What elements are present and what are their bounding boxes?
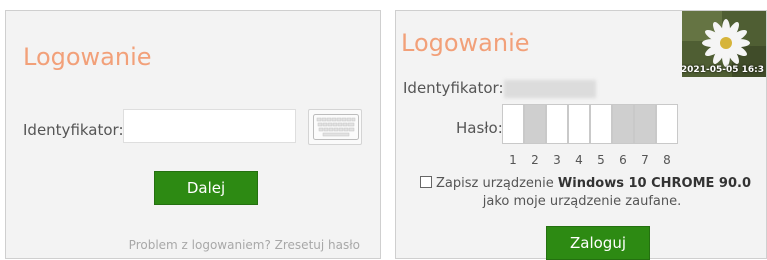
password-char-disabled-6 — [612, 104, 634, 144]
password-char-input-8[interactable] — [656, 104, 678, 144]
password-char-input-4[interactable] — [568, 104, 590, 144]
password-char-disabled-7 — [634, 104, 656, 144]
login-panel-step2: Logowanie 2021-05-05 16:3 Identyfikator:… — [395, 10, 767, 260]
pin-position-number: 8 — [663, 153, 671, 167]
trusted-device-text: jako moje urządzenie zaufane. — [482, 194, 682, 209]
reset-password-link[interactable]: Problem z logowaniem? Zresetuj hasło — [129, 238, 360, 252]
photo-timestamp: 2021-05-05 16:3 — [682, 65, 764, 75]
security-photo: 2021-05-05 16:3 — [682, 11, 766, 77]
password-char-input-1[interactable] — [502, 104, 524, 144]
pin-position-number: 3 — [553, 153, 561, 167]
remember-device-text: Zapisz urządzenie — [436, 176, 554, 191]
login-button[interactable]: Zaloguj — [546, 226, 650, 260]
keyboard-icon — [313, 114, 359, 140]
masked-password-field — [502, 104, 686, 144]
login-panel-step1: Logowanie Identyfikator: Dalej Problem z… — [5, 10, 381, 259]
device-name: Windows 10 CHROME 90.0 — [557, 176, 751, 191]
masked-identifier — [504, 80, 596, 98]
pin-position-number: 2 — [531, 153, 539, 167]
pin-position-number: 6 — [619, 153, 627, 167]
password-char-disabled-2 — [524, 104, 546, 144]
identifier-label: Identyfikator: — [23, 121, 124, 139]
next-button[interactable]: Dalej — [154, 171, 258, 205]
password-label: Hasło: — [456, 119, 503, 137]
remember-device-checkbox[interactable] — [420, 176, 432, 188]
identifier-input[interactable] — [123, 109, 296, 143]
pin-position-number: 7 — [641, 153, 649, 167]
password-char-input-5[interactable] — [590, 104, 612, 144]
pin-position-number: 1 — [509, 153, 517, 167]
pin-position-number: 5 — [597, 153, 605, 167]
password-char-input-3[interactable] — [546, 104, 568, 144]
remember-device-row: Zapisz urządzenie Windows 10 CHROME 90.0 — [420, 176, 751, 191]
page-title: Logowanie — [401, 29, 530, 57]
page-title: Logowanie — [23, 43, 152, 71]
identifier-label: Identyfikator: — [403, 79, 504, 97]
virtual-keyboard-button[interactable] — [308, 109, 362, 145]
pin-position-number: 4 — [575, 153, 583, 167]
